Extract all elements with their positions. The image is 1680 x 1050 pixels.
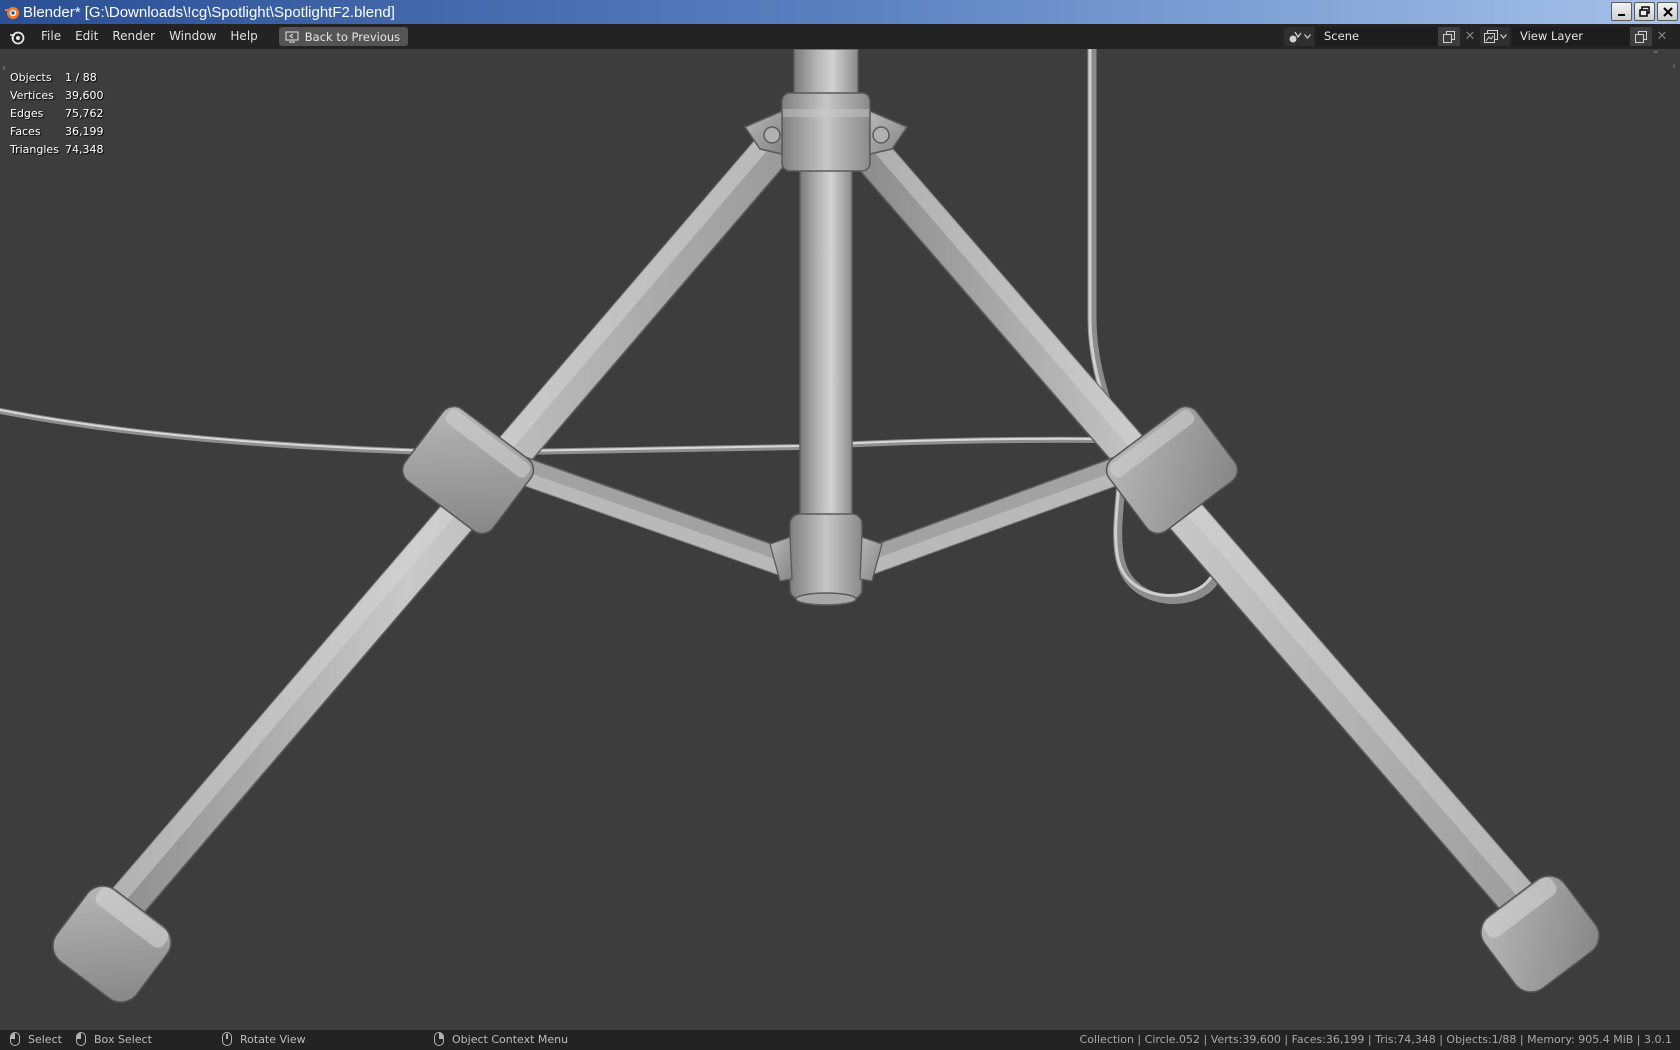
chevron-down-icon (1499, 34, 1507, 39)
chevron-down-icon (1303, 34, 1311, 39)
delete-view-layer-button[interactable]: ✕ (1652, 27, 1672, 46)
duplicate-icon (1443, 30, 1455, 43)
view-layer-icon (1483, 30, 1498, 43)
view-layer-selector: View Layer ✕ (1480, 27, 1672, 46)
back-to-previous-label: Back to Previous (304, 29, 401, 44)
restore-button[interactable] (1634, 2, 1655, 21)
mouse-left-icon (10, 1032, 20, 1046)
delete-scene-button[interactable]: ✕ (1460, 27, 1480, 46)
menu-window[interactable]: Window (162, 24, 223, 49)
duplicate-icon (1635, 30, 1647, 43)
blender-app-icon (3, 3, 21, 21)
status-rotate-view: Rotate View (222, 1032, 306, 1046)
status-box-select: Box Select (76, 1032, 152, 1046)
3d-viewport[interactable]: Objects 1 / 88 Vertices 39,600 Edges 75,762… (0, 49, 1680, 1030)
window-titlebar: Blender* [G:\Downloads\!cg\Spotlight\Spo… (0, 0, 1680, 24)
header-collapse-icon[interactable]: ⌄ (1652, 49, 1660, 56)
stat-objects: Objects 1 / 88 (10, 71, 97, 84)
stat-faces: Faces 36,199 (10, 125, 104, 138)
mouse-middle-icon (222, 1032, 232, 1046)
scene-icon (1289, 31, 1302, 42)
view-layer-name-field[interactable]: View Layer (1512, 27, 1630, 46)
menu-edit[interactable]: Edit (68, 24, 105, 49)
stat-triangles: Triangles 74,348 (10, 143, 104, 156)
new-scene-button[interactable] (1438, 27, 1460, 46)
topbar: File Edit Render Window Help Back to Pre… (0, 24, 1680, 49)
close-icon: ✕ (1656, 29, 1668, 44)
blender-logo-icon[interactable] (8, 28, 26, 46)
status-context-menu: Object Context Menu (434, 1032, 568, 1046)
minimize-button[interactable] (1611, 2, 1632, 21)
mouse-right-icon (434, 1032, 444, 1046)
mouse-drag-icon (76, 1032, 86, 1046)
viewport-statistics: Objects 1 / 88 Vertices 39,600 Edges 75,762… (10, 69, 104, 159)
new-view-layer-button[interactable] (1630, 27, 1652, 46)
stat-edges: Edges 75,762 (10, 107, 104, 120)
close-button[interactable] (1657, 2, 1678, 21)
close-icon: ✕ (1464, 29, 1476, 44)
window-controls (1611, 2, 1678, 21)
sidebar-expand-icon[interactable]: ‹ (1672, 61, 1676, 72)
screen-back-icon (285, 30, 299, 43)
scene-selector: Scene ✕ (1284, 27, 1480, 46)
back-to-previous-button[interactable]: Back to Previous (278, 27, 409, 46)
view-layer-browse-button[interactable] (1480, 27, 1510, 46)
menu-help[interactable]: Help (223, 24, 264, 49)
status-select: Select (10, 1032, 62, 1046)
toolbar-expand-icon[interactable]: › (2, 63, 6, 74)
stat-vertices: Vertices 39,600 (10, 89, 104, 102)
restore-icon (1639, 6, 1650, 17)
menu-file[interactable]: File (34, 24, 68, 49)
scene-name-field[interactable]: Scene (1316, 27, 1438, 46)
scene-statistics-info: Collection | Circle.052 | Verts:39,600 |… (1079, 1033, 1672, 1046)
menu-render[interactable]: Render (105, 24, 162, 49)
window-title: Blender* [G:\Downloads\!cg\Spotlight\Spo… (23, 3, 395, 21)
tripod-stand-mesh[interactable] (0, 49, 1680, 1030)
status-bar: Select Box Select Rotate View Object Con… (0, 1030, 1680, 1050)
close-icon (1662, 6, 1673, 17)
minimize-icon (1617, 13, 1625, 16)
scene-browse-button[interactable] (1284, 27, 1314, 46)
